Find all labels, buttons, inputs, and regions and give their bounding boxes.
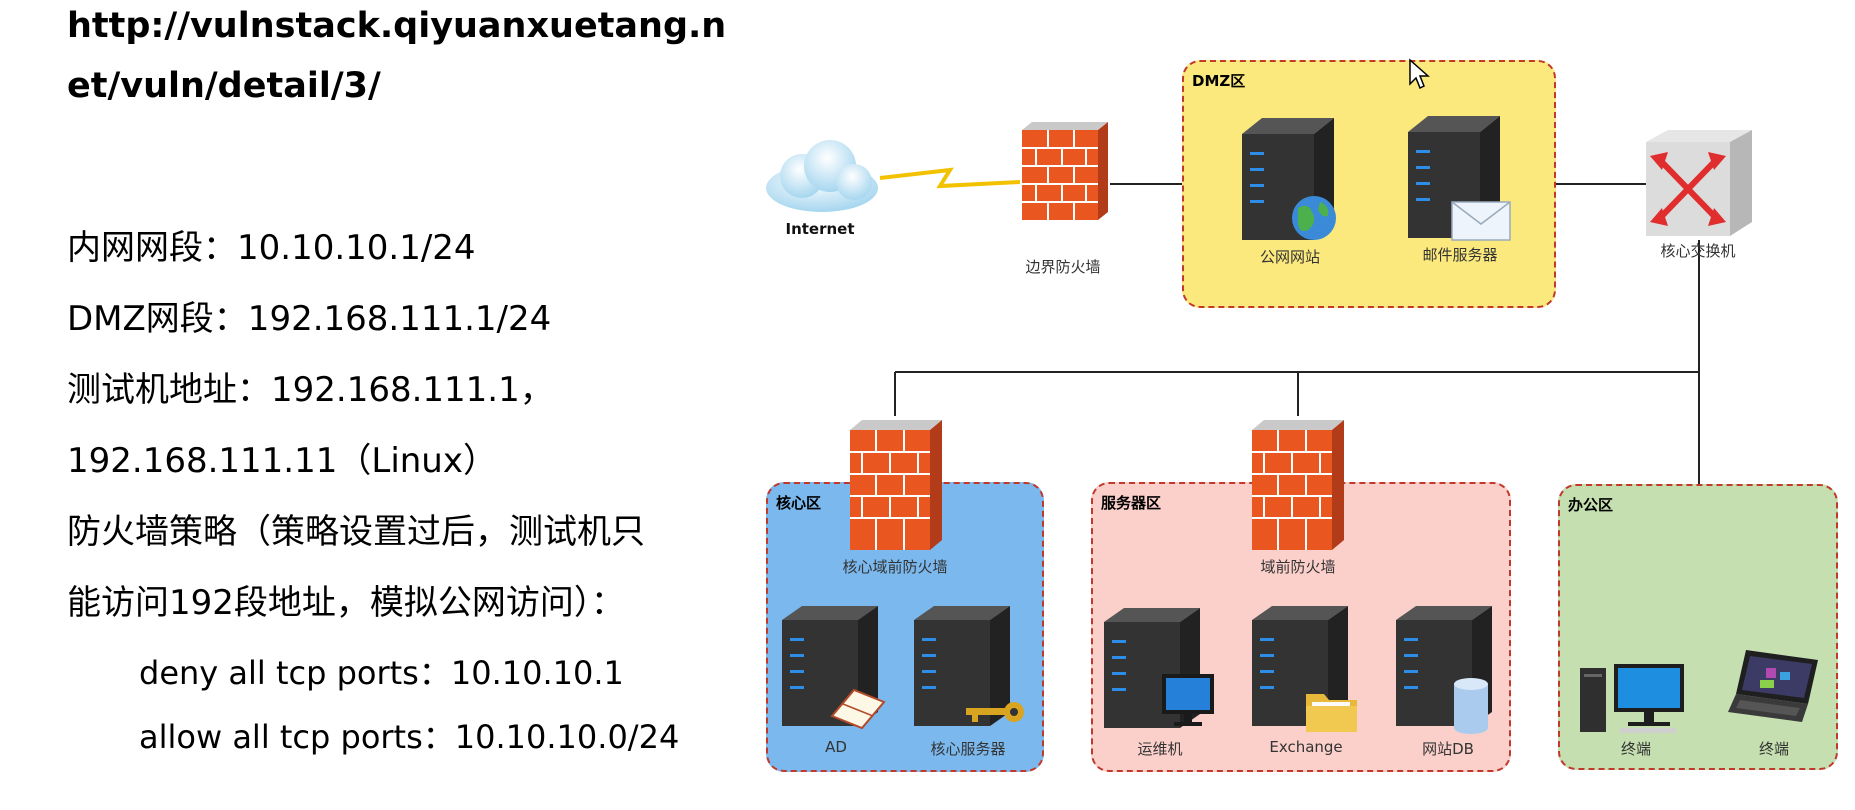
ad-label: AD bbox=[825, 738, 847, 756]
web-server-icon bbox=[1242, 118, 1336, 240]
exchange-server-icon bbox=[1252, 606, 1357, 732]
website-db-icon bbox=[1396, 606, 1492, 734]
website-db-label: 网站DB bbox=[1422, 740, 1474, 758]
exchange-label: Exchange bbox=[1269, 738, 1343, 756]
desktop-terminal-icon bbox=[1580, 664, 1684, 733]
server-firewall-icon bbox=[1252, 420, 1344, 550]
border-firewall-label: 边界防火墙 bbox=[1025, 258, 1101, 276]
ad-server-icon bbox=[782, 606, 886, 730]
web-server-label: 公网网站 bbox=[1259, 248, 1321, 266]
core-firewall-icon bbox=[850, 420, 942, 550]
internet-label: Internet bbox=[785, 220, 855, 238]
core-server-icon bbox=[914, 606, 1024, 726]
core-firewall-label: 核心域前防火墙 bbox=[842, 558, 948, 576]
core-switch-label: 核心交换机 bbox=[1660, 242, 1736, 260]
server-firewall-label: 域前防火墙 bbox=[1260, 558, 1336, 576]
firewall-icon bbox=[1022, 122, 1108, 220]
switch-icon bbox=[1646, 130, 1752, 236]
internet-link bbox=[879, 167, 1021, 189]
mouse-cursor-icon bbox=[1409, 58, 1430, 90]
ops-machine-label: 运维机 bbox=[1137, 740, 1183, 758]
mail-server-icon bbox=[1408, 116, 1511, 241]
terminal-label-2: 终端 bbox=[1758, 740, 1790, 758]
cloud-icon bbox=[766, 140, 878, 212]
mail-server-label: 邮件服务器 bbox=[1422, 246, 1498, 264]
core-server-label: 核心服务器 bbox=[930, 740, 1006, 758]
laptop-terminal-icon bbox=[1728, 650, 1818, 722]
ops-machine-icon bbox=[1104, 608, 1214, 728]
terminal-label-1: 终端 bbox=[1620, 740, 1652, 758]
